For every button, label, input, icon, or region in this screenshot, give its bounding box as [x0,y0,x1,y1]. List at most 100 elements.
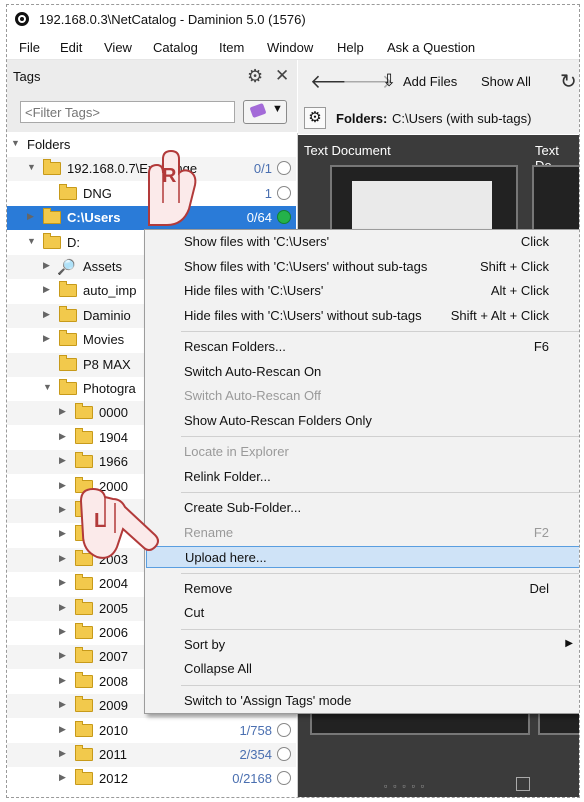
close-icon[interactable]: ✕ [275,66,289,86]
tag-icon [249,102,267,119]
menu-window[interactable]: Window [267,40,313,55]
collapsed-arrow-icon[interactable]: ▶ [59,650,66,661]
collapsed-arrow-icon[interactable]: ▶ [27,211,34,222]
tag-mode-button[interactable]: ▼ [243,100,287,124]
tree-row-label: DNG [83,185,112,201]
chevron-down-icon: ▼ [272,103,283,115]
gear-icon[interactable]: ⚙ [247,66,263,87]
settings-gear-icon[interactable]: ⚙ [304,107,326,129]
menu-item-label: Switch Auto-Rescan On [184,363,322,379]
add-files-icon: ⇩ [382,71,397,90]
folder-icon [75,696,93,713]
expanded-arrow-icon[interactable]: ▼ [43,382,52,392]
collapsed-arrow-icon[interactable]: ▶ [59,577,66,588]
tree-row[interactable]: ▶ 2010 1/758 [7,719,296,743]
collapsed-arrow-icon[interactable]: ▶ [43,284,50,295]
app-window: 192.168.0.3\NetCatalog - Daminion 5.0 (1… [6,4,580,798]
menu-item-label: Show files with 'C:\Users' [184,234,330,249]
collapsed-arrow-icon[interactable]: ▶ [59,504,66,515]
tree-row-label: Folders [27,137,71,152]
collapsed-arrow-icon[interactable]: ▶ [59,772,66,783]
active-status-icon[interactable] [277,210,291,225]
menu-item-sort-by[interactable]: Sort by ▶ [146,634,579,656]
breadcrumb-path: C:\Users (with sub-tags) [392,111,532,126]
expanded-arrow-icon[interactable]: ▼ [27,162,36,172]
folder-icon [59,379,77,395]
collapsed-arrow-icon[interactable]: ▶ [59,748,66,759]
refresh-icon[interactable]: ↻ [560,69,577,94]
status-circle-icon[interactable] [277,161,291,176]
tree-row-label: Daminio [83,307,131,323]
status-circle-icon[interactable] [277,722,291,737]
menu-item-label: Show files with 'C:\Users' without sub-t… [184,258,428,274]
menu-item-hide-files-with-c-users[interactable]: Hide files with 'C:\Users' Alt + Click [146,280,579,302]
menu-item-cut[interactable]: Cut [146,602,579,624]
filter-tags-input[interactable] [20,101,235,123]
folder-icon [75,671,93,688]
menu-item-switch-auto-rescan-on[interactable]: Switch Auto-Rescan On [146,361,579,383]
tree-row-count: 1/758 [239,722,272,738]
expanded-arrow-icon[interactable]: ▼ [11,138,20,148]
menu-item-collapse-all[interactable]: Collapse All [146,658,579,680]
view-toggle[interactable] [516,777,530,791]
expanded-arrow-icon[interactable]: ▼ [27,236,36,246]
collapsed-arrow-icon[interactable]: ▶ [59,626,66,637]
menu-item-switch-to-assign-tags-mode[interactable]: Switch to 'Assign Tags' mode [146,690,579,712]
menu-view[interactable]: View [104,40,132,55]
menu-item[interactable]: Item [219,40,244,55]
collapsed-arrow-icon[interactable]: ▶ [59,431,66,442]
menu-edit[interactable]: Edit [60,40,82,55]
menu-item-relink-folder[interactable]: Relink Folder... [146,466,579,488]
collapsed-arrow-icon[interactable]: ▶ [43,260,50,271]
status-circle-icon[interactable] [277,185,291,200]
folder-icon [75,427,93,444]
menu-item-switch-auto-rescan-off[interactable]: Switch Auto-Rescan Off [146,385,579,407]
submenu-arrow-icon: ▶ [565,637,573,649]
status-circle-icon[interactable] [277,747,291,761]
menu-catalog[interactable]: Catalog [153,40,198,55]
menu-separator [181,436,579,437]
collapsed-arrow-icon[interactable]: ▶ [43,333,50,344]
folder-icon [75,745,93,761]
grid-header-1: Text Document [304,143,391,158]
tree-row-label: Assets [83,259,123,274]
menu-item-remove[interactable]: Remove Del [146,578,579,600]
collapsed-arrow-icon[interactable]: ▶ [59,480,66,491]
menu-item-rename[interactable]: Rename F2 [146,522,579,544]
tree-row-label: auto_imp [83,283,137,299]
menu-item-rescan-folders[interactable]: Rescan Folders... F6 [146,336,579,358]
menu-item-create-sub-folder[interactable]: Create Sub-Folder... [146,497,579,519]
add-files-button[interactable]: Add Files [403,74,457,89]
menu-file[interactable]: File [19,40,40,55]
menu-item-hide-files-with-c-users-without-sub-tags[interactable]: Hide files with 'C:\Users' without sub-t… [146,305,579,327]
menu-item-label: Hide files with 'C:\Users' [184,283,324,298]
menu-item-show-files-with-c-users-without-sub-tags[interactable]: Show files with 'C:\Users' without sub-t… [146,256,579,278]
collapsed-arrow-icon[interactable]: ▶ [59,602,66,613]
tags-panel-header: Tags ⚙ ✕ [7,60,297,94]
tree-row-label: 0000 [99,405,128,421]
menu-item-label: Relink Folder... [184,468,271,484]
menu-item-label: Hide files with 'C:\Users' without sub-t… [184,307,422,323]
collapsed-arrow-icon[interactable]: ▶ [59,675,66,686]
tree-row[interactable]: ▶ 2011 2/354 [7,743,296,767]
menu-ask-a-question[interactable]: Ask a Question [387,40,475,55]
collapsed-arrow-icon[interactable]: ▶ [59,699,66,710]
show-all-button[interactable]: Show All [481,74,531,89]
menu-help[interactable]: Help [337,40,364,55]
collapsed-arrow-icon[interactable]: ▶ [59,528,66,539]
menu-item-shortcut: Alt + Click [490,283,549,298]
collapsed-arrow-icon[interactable]: ▶ [59,553,66,564]
tree-row[interactable]: ▶ 2012 0/2168 [7,767,296,791]
collapsed-arrow-icon[interactable]: ▶ [59,406,66,417]
folder-icon [43,208,61,225]
menu-item-label: Switch to 'Assign Tags' mode [184,692,352,708]
menu-item-upload-here[interactable]: Upload here... [146,546,579,568]
collapsed-arrow-icon[interactable]: ▶ [59,455,66,466]
menu-item-show-auto-rescan-folders-only[interactable]: Show Auto-Rescan Folders Only [146,410,579,432]
status-circle-icon[interactable] [277,771,291,786]
menu-separator [181,628,579,630]
collapsed-arrow-icon[interactable]: ▶ [43,309,50,320]
menu-item-show-files-with-c-users[interactable]: Show files with 'C:\Users' Click [146,231,579,253]
menu-item-locate-in-explorer[interactable]: Locate in Explorer [146,441,579,463]
collapsed-arrow-icon[interactable]: ▶ [59,724,66,735]
